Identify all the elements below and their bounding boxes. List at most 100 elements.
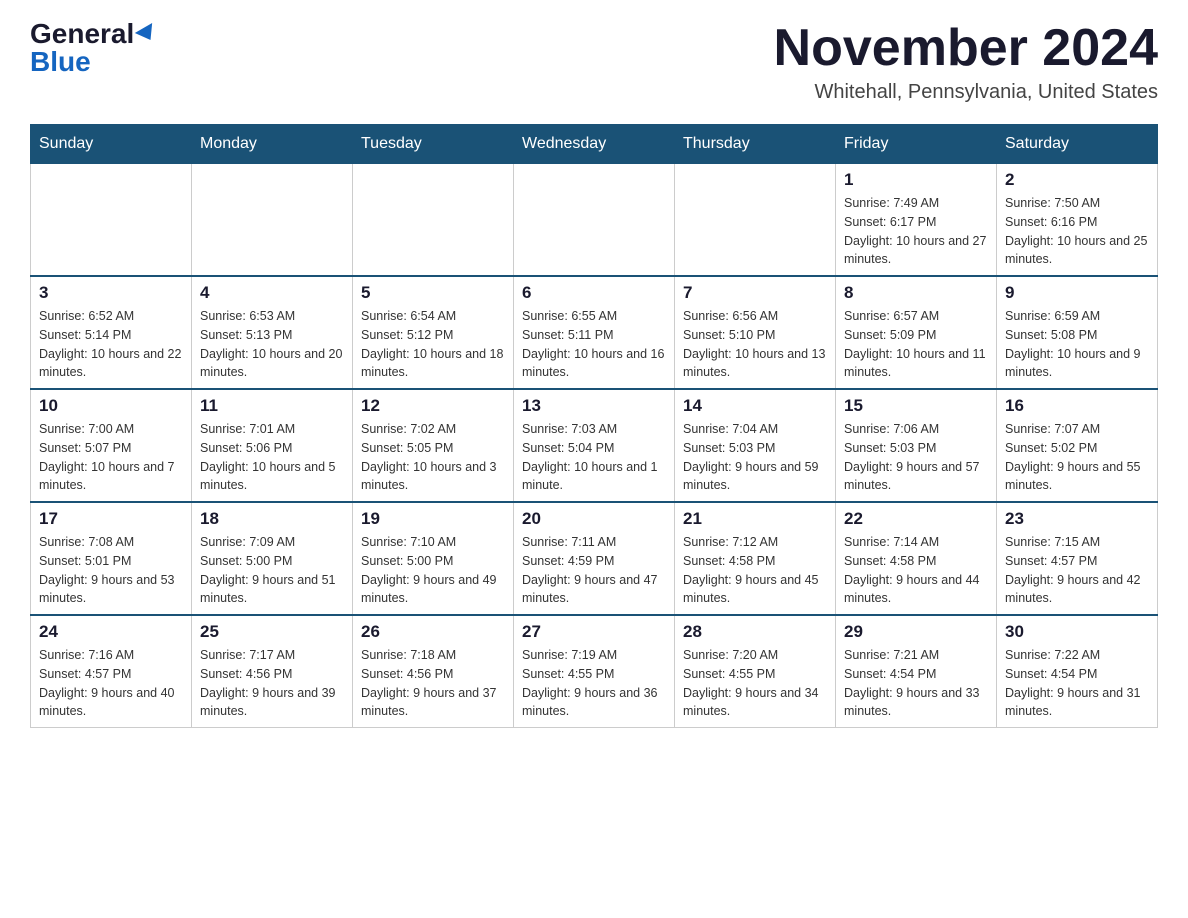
- page-header: General Blue November 2024 Whitehall, Pe…: [30, 20, 1158, 104]
- day-info: Sunrise: 7:02 AMSunset: 5:05 PMDaylight:…: [361, 420, 505, 495]
- calendar-cell: 16 Sunrise: 7:07 AMSunset: 5:02 PMDayligh…: [997, 389, 1158, 502]
- day-info: Sunrise: 6:59 AMSunset: 5:08 PMDaylight:…: [1005, 307, 1149, 382]
- day-number: 9: [1005, 283, 1149, 303]
- logo: General Blue: [30, 20, 157, 76]
- calendar-day-header: Tuesday: [353, 125, 514, 164]
- calendar-cell: [192, 164, 353, 277]
- day-info: Sunrise: 7:14 AMSunset: 4:58 PMDaylight:…: [844, 533, 988, 608]
- calendar-cell: 28 Sunrise: 7:20 AMSunset: 4:55 PMDayligh…: [675, 615, 836, 728]
- calendar-cell: 19Sunrise: 7:10 AMSunset: 5:00 PMDayligh…: [353, 502, 514, 615]
- day-number: 29: [844, 622, 988, 642]
- logo-triangle-icon: [135, 23, 159, 45]
- day-info: Sunrise: 7:12 AMSunset: 4:58 PMDaylight:…: [683, 533, 827, 608]
- calendar-cell: 27 Sunrise: 7:19 AMSunset: 4:55 PMDayligh…: [514, 615, 675, 728]
- logo-blue-text: Blue: [30, 48, 91, 76]
- day-info: Sunrise: 7:21 AMSunset: 4:54 PMDaylight:…: [844, 646, 988, 721]
- calendar-cell: 20 Sunrise: 7:11 AMSunset: 4:59 PMDayligh…: [514, 502, 675, 615]
- day-info: Sunrise: 7:07 AMSunset: 5:02 PMDaylight:…: [1005, 420, 1149, 495]
- calendar-cell: 22 Sunrise: 7:14 AMSunset: 4:58 PMDayligh…: [836, 502, 997, 615]
- calendar-cell: 8Sunrise: 6:57 AMSunset: 5:09 PMDaylight…: [836, 276, 997, 389]
- day-number: 24: [39, 622, 183, 642]
- calendar-cell: [31, 164, 192, 277]
- day-number: 18: [200, 509, 344, 529]
- day-number: 14: [683, 396, 827, 416]
- calendar-cell: 11Sunrise: 7:01 AMSunset: 5:06 PMDayligh…: [192, 389, 353, 502]
- day-info: Sunrise: 7:19 AMSunset: 4:55 PMDaylight:…: [522, 646, 666, 721]
- calendar-cell: 29 Sunrise: 7:21 AMSunset: 4:54 PMDayligh…: [836, 615, 997, 728]
- month-title: November 2024: [774, 20, 1158, 77]
- calendar-cell: [514, 164, 675, 277]
- day-info: Sunrise: 6:54 AMSunset: 5:12 PMDaylight:…: [361, 307, 505, 382]
- calendar-cell: 30Sunrise: 7:22 AMSunset: 4:54 PMDayligh…: [997, 615, 1158, 728]
- calendar-cell: 12 Sunrise: 7:02 AMSunset: 5:05 PMDayligh…: [353, 389, 514, 502]
- calendar-cell: 23 Sunrise: 7:15 AMSunset: 4:57 PMDayligh…: [997, 502, 1158, 615]
- calendar-week-row: 3Sunrise: 6:52 AMSunset: 5:14 PMDaylight…: [31, 276, 1158, 389]
- day-number: 13: [522, 396, 666, 416]
- calendar-week-row: 17 Sunrise: 7:08 AMSunset: 5:01 PMDayligh…: [31, 502, 1158, 615]
- title-section: November 2024 Whitehall, Pennsylvania, U…: [774, 20, 1158, 104]
- day-number: 28: [683, 622, 827, 642]
- calendar-cell: 5Sunrise: 6:54 AMSunset: 5:12 PMDaylight…: [353, 276, 514, 389]
- calendar-cell: 1 Sunrise: 7:49 AMSunset: 6:17 PMDaylight…: [836, 164, 997, 277]
- day-info: Sunrise: 6:55 AMSunset: 5:11 PMDaylight:…: [522, 307, 666, 382]
- calendar-week-row: 1 Sunrise: 7:49 AMSunset: 6:17 PMDaylight…: [31, 164, 1158, 277]
- calendar-cell: 4 Sunrise: 6:53 AMSunset: 5:13 PMDaylight…: [192, 276, 353, 389]
- calendar-cell: 9 Sunrise: 6:59 AMSunset: 5:08 PMDaylight…: [997, 276, 1158, 389]
- day-info: Sunrise: 7:04 AMSunset: 5:03 PMDaylight:…: [683, 420, 827, 495]
- location-text: Whitehall, Pennsylvania, United States: [774, 81, 1158, 104]
- calendar-cell: 18 Sunrise: 7:09 AMSunset: 5:00 PMDayligh…: [192, 502, 353, 615]
- day-number: 23: [1005, 509, 1149, 529]
- day-number: 22: [844, 509, 988, 529]
- day-number: 7: [683, 283, 827, 303]
- calendar-header-row: SundayMondayTuesdayWednesdayThursdayFrid…: [31, 125, 1158, 164]
- calendar-day-header: Friday: [836, 125, 997, 164]
- calendar-cell: [353, 164, 514, 277]
- day-number: 16: [1005, 396, 1149, 416]
- calendar-cell: 3Sunrise: 6:52 AMSunset: 5:14 PMDaylight…: [31, 276, 192, 389]
- day-number: 25: [200, 622, 344, 642]
- day-number: 4: [200, 283, 344, 303]
- day-number: 20: [522, 509, 666, 529]
- calendar-day-header: Monday: [192, 125, 353, 164]
- calendar-table: SundayMondayTuesdayWednesdayThursdayFrid…: [30, 124, 1158, 728]
- calendar-cell: 13 Sunrise: 7:03 AMSunset: 5:04 PMDayligh…: [514, 389, 675, 502]
- day-number: 15: [844, 396, 988, 416]
- day-info: Sunrise: 7:11 AMSunset: 4:59 PMDaylight:…: [522, 533, 666, 608]
- day-info: Sunrise: 7:08 AMSunset: 5:01 PMDaylight:…: [39, 533, 183, 608]
- day-number: 1: [844, 170, 988, 190]
- day-info: Sunrise: 7:20 AMSunset: 4:55 PMDaylight:…: [683, 646, 827, 721]
- day-number: 11: [200, 396, 344, 416]
- calendar-cell: 14 Sunrise: 7:04 AMSunset: 5:03 PMDayligh…: [675, 389, 836, 502]
- calendar-cell: 6 Sunrise: 6:55 AMSunset: 5:11 PMDaylight…: [514, 276, 675, 389]
- calendar-day-header: Thursday: [675, 125, 836, 164]
- calendar-cell: [675, 164, 836, 277]
- day-info: Sunrise: 7:17 AMSunset: 4:56 PMDaylight:…: [200, 646, 344, 721]
- day-info: Sunrise: 7:15 AMSunset: 4:57 PMDaylight:…: [1005, 533, 1149, 608]
- day-number: 19: [361, 509, 505, 529]
- day-number: 30: [1005, 622, 1149, 642]
- calendar-cell: 21 Sunrise: 7:12 AMSunset: 4:58 PMDayligh…: [675, 502, 836, 615]
- day-number: 21: [683, 509, 827, 529]
- day-number: 26: [361, 622, 505, 642]
- calendar-week-row: 24Sunrise: 7:16 AMSunset: 4:57 PMDayligh…: [31, 615, 1158, 728]
- day-info: Sunrise: 7:50 AMSunset: 6:16 PMDaylight:…: [1005, 194, 1149, 269]
- day-info: Sunrise: 7:49 AMSunset: 6:17 PMDaylight:…: [844, 194, 988, 269]
- day-info: Sunrise: 6:57 AMSunset: 5:09 PMDaylight:…: [844, 307, 988, 382]
- day-number: 17: [39, 509, 183, 529]
- calendar-cell: 25 Sunrise: 7:17 AMSunset: 4:56 PMDayligh…: [192, 615, 353, 728]
- day-info: Sunrise: 7:00 AMSunset: 5:07 PMDaylight:…: [39, 420, 183, 495]
- logo-general-text: General: [30, 20, 134, 48]
- calendar-cell: 17 Sunrise: 7:08 AMSunset: 5:01 PMDayligh…: [31, 502, 192, 615]
- day-info: Sunrise: 6:53 AMSunset: 5:13 PMDaylight:…: [200, 307, 344, 382]
- calendar-cell: 24Sunrise: 7:16 AMSunset: 4:57 PMDayligh…: [31, 615, 192, 728]
- day-info: Sunrise: 7:03 AMSunset: 5:04 PMDaylight:…: [522, 420, 666, 495]
- calendar-cell: 2 Sunrise: 7:50 AMSunset: 6:16 PMDaylight…: [997, 164, 1158, 277]
- calendar-day-header: Saturday: [997, 125, 1158, 164]
- day-number: 10: [39, 396, 183, 416]
- day-number: 2: [1005, 170, 1149, 190]
- day-number: 6: [522, 283, 666, 303]
- day-number: 12: [361, 396, 505, 416]
- calendar-cell: 7Sunrise: 6:56 AMSunset: 5:10 PMDaylight…: [675, 276, 836, 389]
- day-info: Sunrise: 7:09 AMSunset: 5:00 PMDaylight:…: [200, 533, 344, 608]
- day-number: 27: [522, 622, 666, 642]
